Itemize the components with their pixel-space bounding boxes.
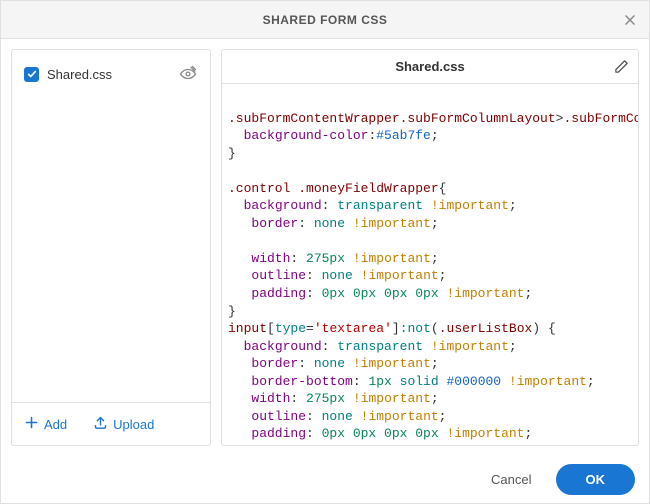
file-name-label: Shared.css [47, 67, 170, 82]
add-label: Add [44, 417, 67, 432]
code-editor[interactable]: .subFormContentWrapper.subFormColumnLayo… [222, 84, 638, 445]
add-button[interactable]: Add [18, 411, 73, 437]
dialog-body: Shared.css Add [1, 39, 649, 456]
plus-icon [24, 415, 39, 433]
file-sidebar: Shared.css Add [11, 49, 211, 446]
cancel-button[interactable]: Cancel [477, 464, 545, 495]
file-checkbox[interactable] [24, 67, 39, 82]
sidebar-actions: Add Upload [12, 402, 210, 445]
upload-button[interactable]: Upload [87, 411, 160, 437]
dialog-header: SHARED FORM CSS [1, 1, 649, 39]
dialog-footer: Cancel OK [1, 456, 649, 503]
close-icon[interactable] [621, 11, 639, 29]
upload-label: Upload [113, 417, 154, 432]
editor-title: Shared.css [395, 59, 464, 74]
editor-header: Shared.css [222, 50, 638, 84]
upload-icon [93, 415, 108, 433]
shared-form-css-dialog: SHARED FORM CSS Shared.css [0, 0, 650, 504]
dialog-title: SHARED FORM CSS [263, 13, 388, 27]
file-list: Shared.css [12, 50, 210, 402]
file-row[interactable]: Shared.css [18, 58, 204, 90]
ok-button[interactable]: OK [556, 464, 636, 495]
pencil-icon[interactable] [612, 58, 630, 76]
visibility-icon[interactable] [178, 64, 198, 84]
editor-panel: Shared.css .subFormContentWrapper.subFor… [221, 49, 639, 446]
